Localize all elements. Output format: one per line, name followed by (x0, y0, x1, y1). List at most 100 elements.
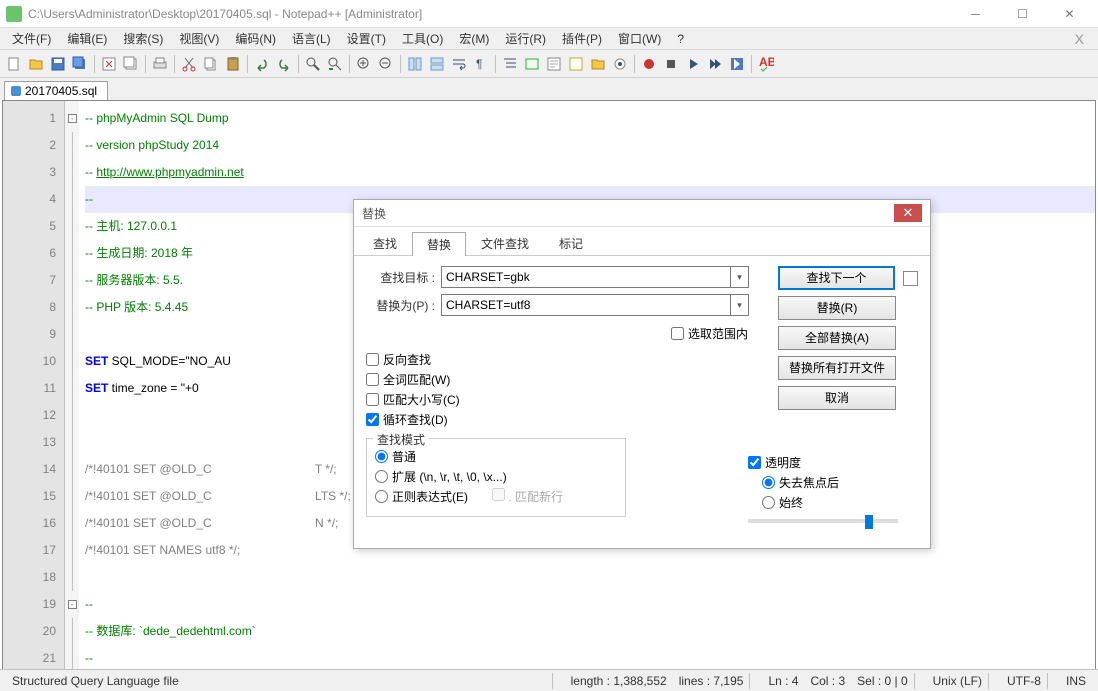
tab-mark[interactable]: 标记 (544, 231, 598, 255)
menu-help[interactable]: ? (669, 30, 692, 48)
redo-icon[interactable] (274, 54, 294, 74)
zoom-in-icon[interactable] (354, 54, 374, 74)
spellcheck-icon[interactable]: ABC (756, 54, 776, 74)
menu-edit[interactable]: 编辑(E) (59, 28, 115, 49)
save-all-icon[interactable] (70, 54, 90, 74)
in-selection-checkbox[interactable]: 选取范围内 (671, 325, 748, 342)
menu-settings[interactable]: 设置(T) (339, 28, 394, 49)
stop-macro-icon[interactable] (661, 54, 681, 74)
mode-normal-radio[interactable]: 普通 (375, 448, 617, 465)
menu-plugins[interactable]: 插件(P) (554, 28, 610, 49)
file-tab[interactable]: 20170405.sql (4, 81, 108, 100)
replace-button[interactable]: 替换(R) (778, 296, 896, 320)
mdi-close-icon[interactable]: X (1065, 31, 1094, 47)
indent-guide-icon[interactable] (500, 54, 520, 74)
replace-dropdown-icon[interactable]: ▾ (731, 294, 749, 316)
status-length: length : 1,388,552 (565, 674, 673, 688)
monitor-icon[interactable] (610, 54, 630, 74)
window-title-bar: C:\Users\Administrator\Desktop\20170405.… (0, 0, 1098, 28)
status-lang: Structured Query Language file (6, 674, 185, 688)
mode-regex-radio[interactable]: 正则表达式(E) . 匹配新行 (375, 488, 617, 505)
find-input[interactable] (441, 266, 731, 288)
menu-window[interactable]: 窗口(W) (610, 28, 669, 49)
open-file-icon[interactable] (26, 54, 46, 74)
print-icon[interactable] (150, 54, 170, 74)
replace-dialog: 替换 ✕ 查找 替换 文件查找 标记 查找目标 : ▾ 替换为(P) : ▾ 选… (353, 199, 931, 549)
dialog-close-button[interactable]: ✕ (894, 204, 922, 222)
search-mode-group-title: 查找模式 (373, 431, 429, 448)
find-next-button[interactable]: 查找下一个 (778, 266, 895, 290)
menu-bar: 文件(F) 编辑(E) 搜索(S) 视图(V) 编码(N) 语言(L) 设置(T… (0, 28, 1098, 50)
play-macro-icon[interactable] (683, 54, 703, 74)
document-tab-bar: 20170405.sql (0, 78, 1098, 100)
transp-always-radio[interactable]: 始终 (762, 494, 918, 511)
tab-find[interactable]: 查找 (358, 231, 412, 255)
svg-text:¶: ¶ (476, 57, 482, 71)
record-macro-icon[interactable] (639, 54, 659, 74)
save-icon[interactable] (48, 54, 68, 74)
minimize-button[interactable]: ─ (953, 2, 998, 26)
file-modified-icon (11, 86, 21, 96)
close-all-icon[interactable] (121, 54, 141, 74)
menu-view[interactable]: 视图(V) (171, 28, 227, 49)
maximize-button[interactable]: ☐ (1000, 2, 1045, 26)
menu-language[interactable]: 语言(L) (284, 28, 339, 49)
sync-h-icon[interactable] (427, 54, 447, 74)
wrap-checkbox[interactable]: 循环查找(D) (366, 411, 918, 428)
dialog-tab-strip: 查找 替换 文件查找 标记 (354, 227, 930, 256)
tab-replace[interactable]: 替换 (412, 232, 466, 256)
close-file-icon[interactable] (99, 54, 119, 74)
status-bar: Structured Query Language file length : … (0, 669, 1098, 691)
mode-extended-radio[interactable]: 扩展 (\n, \r, \t, \0, \x...) (375, 468, 617, 485)
cut-icon[interactable] (179, 54, 199, 74)
doc-map-icon[interactable] (544, 54, 564, 74)
folder-icon[interactable] (588, 54, 608, 74)
transp-lose-focus-radio[interactable]: 失去焦点后 (762, 474, 918, 491)
show-all-chars-icon[interactable]: ¶ (471, 54, 491, 74)
menu-tools[interactable]: 工具(O) (394, 28, 451, 49)
main-toolbar: ¶ ABC (0, 50, 1098, 78)
paste-icon[interactable] (223, 54, 243, 74)
dialog-title: 替换 (362, 205, 386, 222)
replace-all-button[interactable]: 全部替换(A) (778, 326, 896, 350)
file-tab-label: 20170405.sql (25, 84, 97, 98)
tab-find-in-files[interactable]: 文件查找 (466, 231, 544, 255)
zoom-out-icon[interactable] (376, 54, 396, 74)
dialog-title-bar[interactable]: 替换 ✕ (354, 200, 930, 227)
app-icon (6, 6, 22, 22)
sync-v-icon[interactable] (405, 54, 425, 74)
menu-file[interactable]: 文件(F) (4, 28, 59, 49)
status-col: Col : 3 (804, 674, 851, 688)
status-ln: Ln : 4 (762, 674, 804, 688)
window-title: C:\Users\Administrator\Desktop\20170405.… (28, 7, 422, 21)
wordwrap-icon[interactable] (449, 54, 469, 74)
find-dropdown-icon[interactable]: ▾ (731, 266, 749, 288)
status-eol: Unix (LF) (927, 674, 988, 688)
replace-input[interactable] (441, 294, 731, 316)
func-list-icon[interactable] (566, 54, 586, 74)
status-overwrite: INS (1060, 674, 1092, 688)
find-label: 查找目标 : (366, 269, 441, 286)
replace-label: 替换为(P) : (366, 297, 441, 314)
find-icon[interactable] (303, 54, 323, 74)
undo-icon[interactable] (252, 54, 272, 74)
replace-icon[interactable] (325, 54, 345, 74)
play-multi-icon[interactable] (705, 54, 725, 74)
menu-macro[interactable]: 宏(M) (451, 28, 497, 49)
new-file-icon[interactable] (4, 54, 24, 74)
status-encoding: UTF-8 (1001, 674, 1047, 688)
copy-icon[interactable] (201, 54, 221, 74)
status-lines: lines : 7,195 (673, 674, 750, 688)
line-number-gutter: 123456789101112131415161718192021 (3, 101, 65, 690)
window-close-button[interactable]: ✕ (1047, 2, 1092, 26)
lang-icon[interactable] (522, 54, 542, 74)
transparency-slider[interactable] (748, 519, 898, 523)
menu-search[interactable]: 搜索(S) (115, 28, 171, 49)
menu-run[interactable]: 运行(R) (497, 28, 554, 49)
transparency-checkbox[interactable]: 透明度 (748, 454, 918, 471)
find-next-aux-checkbox[interactable] (903, 271, 918, 286)
replace-in-open-button[interactable]: 替换所有打开文件 (778, 356, 896, 380)
menu-encoding[interactable]: 编码(N) (227, 28, 284, 49)
save-macro-icon[interactable] (727, 54, 747, 74)
cancel-button[interactable]: 取消 (778, 386, 896, 410)
